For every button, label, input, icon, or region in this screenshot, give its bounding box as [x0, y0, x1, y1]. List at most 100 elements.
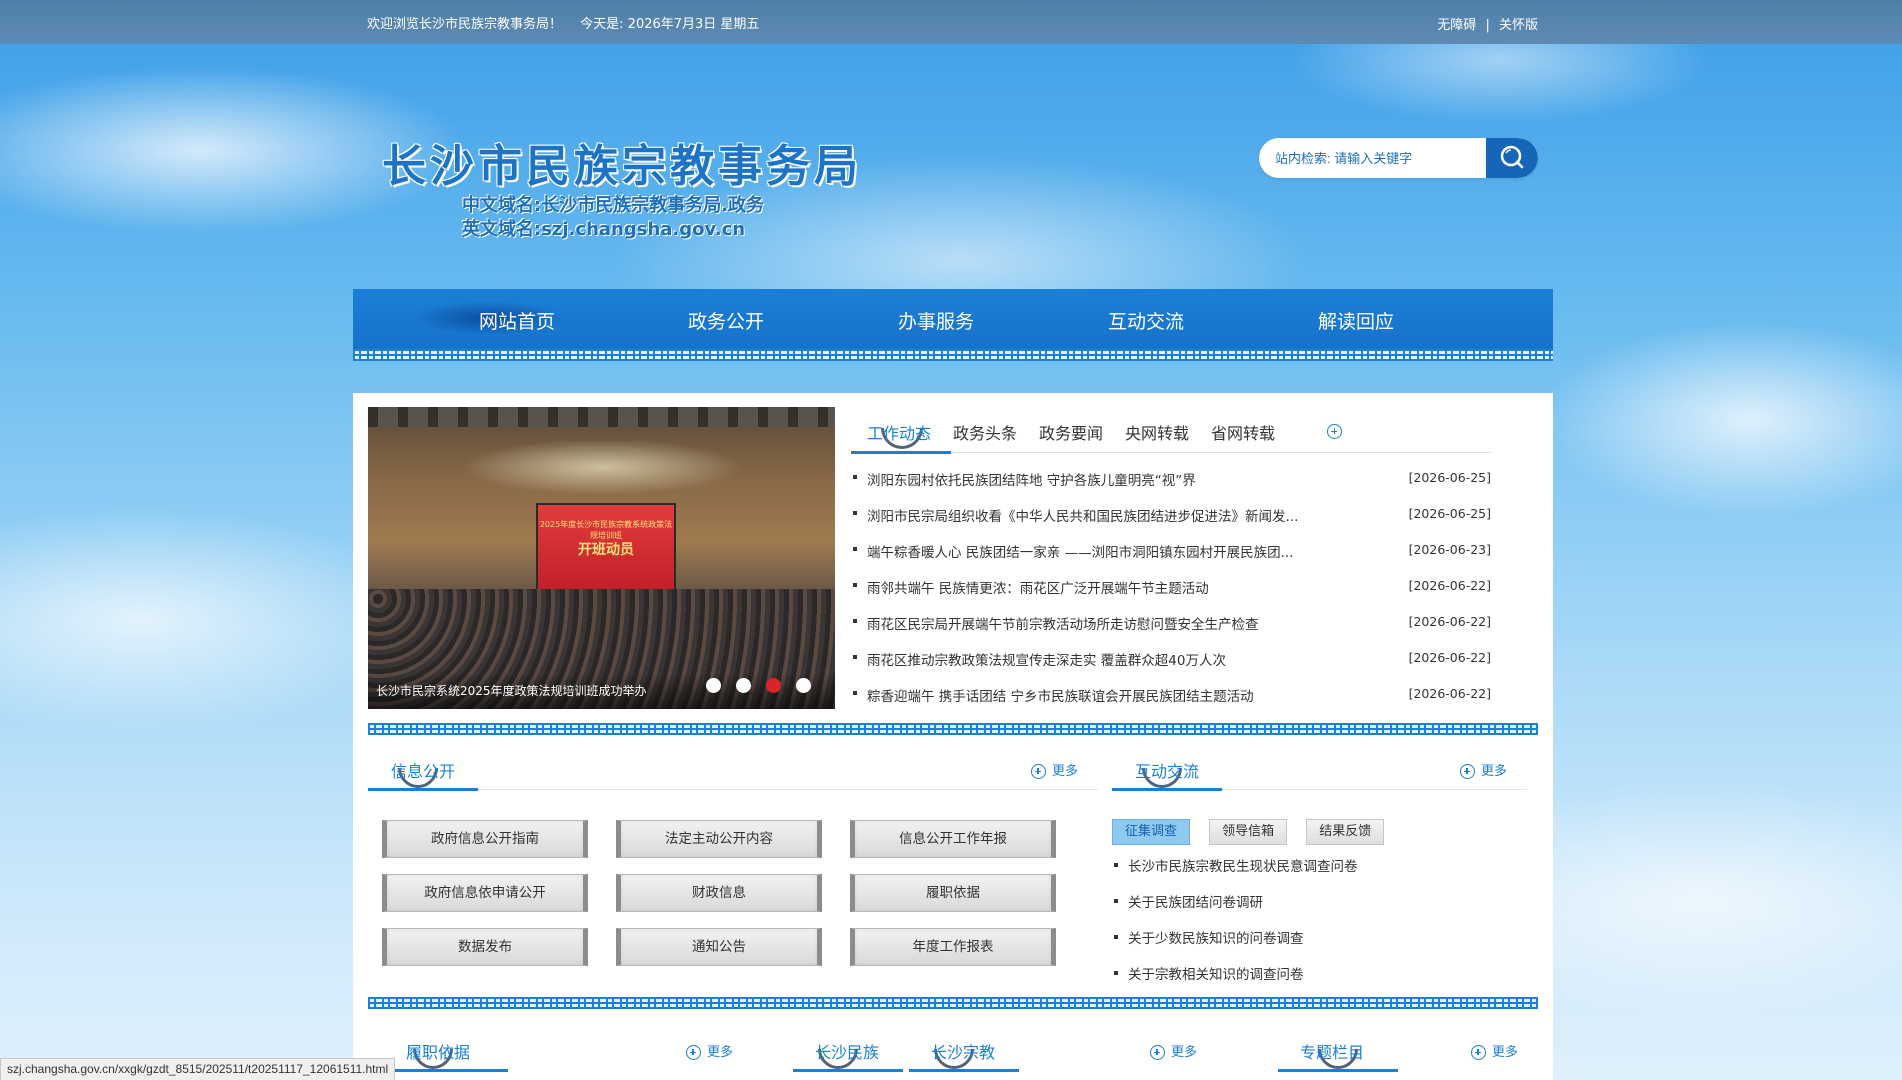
plus-circle-icon	[1327, 424, 1342, 439]
news-item-title[interactable]: 粽香迎端午 携手话团结 宁乡市民族联谊会开展民族团结主题活动	[867, 685, 1254, 705]
news-item[interactable]: 端午粽香暖人心 民族团结一家亲 ——浏阳市洞阳镇东园村开展民族团... [202…	[851, 533, 1491, 569]
cn-domain-label: 中文域名:长沙市民族宗教事务局.政务	[462, 195, 765, 216]
list-item-title[interactable]: 关于宗教相关知识的调查问卷	[1128, 963, 1304, 983]
nav-item-services[interactable]: 办事服务	[898, 307, 974, 334]
news-item[interactable]: 雨花区民宗局开展端午节前宗教活动场所走访慰问暨安全生产检查 [2026-06-2…	[851, 605, 1491, 641]
list-item-title[interactable]: 关于民族团结问卷调研	[1128, 891, 1263, 911]
info-btn-annual-forms[interactable]: 年度工作报表	[850, 928, 1056, 966]
plus-circle-icon	[685, 1045, 701, 1060]
news-item-title[interactable]: 浏阳市民宗局组织收看《中华人民共和国民族团结进步促进法》新闻发...	[867, 505, 1298, 525]
news-item[interactable]: 浏阳东园村依托民族团结阵地 守护各族儿童明亮“视”界 [2026-06-25]	[851, 461, 1491, 497]
nav-item-interpretation[interactable]: 解读回应	[1318, 307, 1394, 334]
active-tab-underline	[851, 451, 951, 454]
info-btn-guide[interactable]: 政府信息公开指南	[382, 820, 588, 858]
news-item-title[interactable]: 雨花区推动宗教政策法规宣传走深走实 覆盖群众超40万人次	[867, 649, 1226, 669]
news-item-date: [2026-06-25]	[1408, 506, 1491, 521]
zongjiao-section-title[interactable]: 长沙宗教	[931, 1039, 995, 1063]
tab-central-repost[interactable]: 央网转载	[1125, 420, 1189, 444]
current-date: 今天是: 2026年7月3日 星期五	[580, 17, 760, 32]
main-nav: 网站首页 政务公开 办事服务 互动交流 解读回应	[353, 289, 1553, 361]
news-item-title[interactable]: 雨花区民宗局开展端午节前宗教活动场所走访慰问暨安全生产检查	[867, 613, 1259, 633]
news-item[interactable]: 浏阳市民宗局组织收看《中华人民共和国民族团结进步促进法》新闻发... [2026…	[851, 497, 1491, 533]
info-btn-proactive[interactable]: 法定主动公开内容	[616, 820, 822, 858]
subtab-survey[interactable]: 征集调查	[1112, 819, 1191, 845]
subtab-feedback[interactable]: 结果反馈	[1306, 819, 1385, 845]
section-header-accent	[793, 1069, 903, 1072]
elder-mode-link[interactable]: 关怀版	[1499, 18, 1538, 33]
slider-dot-2[interactable]	[735, 678, 751, 693]
search-button[interactable]	[1486, 138, 1538, 178]
news-item[interactable]: 雨邻共端午 民族情更浓：雨花区广泛开展端午节主题活动 [2026-06-22]	[851, 569, 1491, 605]
accessibility-link[interactable]: 无障碍	[1437, 18, 1476, 33]
info-btn-annual-report[interactable]: 信息公开工作年报	[850, 820, 1056, 858]
subtab-mailbox[interactable]: 领导信箱	[1209, 819, 1288, 845]
minzu-section-title[interactable]: 长沙民族	[815, 1039, 879, 1063]
plus-circle-icon	[1030, 764, 1046, 779]
info-btn-finance[interactable]: 财政信息	[616, 874, 822, 912]
more-label: 更多	[706, 1045, 733, 1060]
news-item-title[interactable]: 浏阳东园村依托民族团结阵地 守护各族儿童明亮“视”界	[867, 469, 1196, 489]
tab-gov-news[interactable]: 政务要闻	[1039, 420, 1103, 444]
news-item-title[interactable]: 雨邻共端午 民族情更浓：雨花区广泛开展端午节主题活动	[867, 577, 1209, 597]
news-section: 工作动态 政务头条 政务要闻 央网转载 省网转载 浏阳东园村依托民族团结阵地 守…	[851, 398, 1491, 713]
news-list: 浏阳东园村依托民族团结阵地 守护各族儿童明亮“视”界 [2026-06-25] …	[851, 461, 1491, 713]
info-btn-notices[interactable]: 通知公告	[616, 928, 822, 966]
info-btn-data-release[interactable]: 数据发布	[382, 928, 588, 966]
info-btn-duty-basis[interactable]: 履职依据	[850, 874, 1056, 912]
tab-work-updates[interactable]: 工作动态	[867, 420, 931, 444]
info-more-link[interactable]: 更多	[1030, 760, 1078, 779]
nav-item-gov-affairs[interactable]: 政务公开	[688, 307, 764, 334]
special-more-link[interactable]: 更多	[1470, 1041, 1518, 1060]
tab-provincial-repost[interactable]: 省网转载	[1211, 420, 1275, 444]
interact-more-link[interactable]: 更多	[1459, 760, 1507, 779]
duty-section-title[interactable]: 履职依据	[406, 1039, 470, 1063]
more-label: 更多	[1480, 764, 1507, 779]
tab-headlines[interactable]: 政务头条	[953, 420, 1017, 444]
bullet-icon	[1114, 863, 1118, 867]
news-item-date: [2026-06-22]	[1408, 578, 1491, 593]
slider-dot-1[interactable]	[705, 678, 721, 693]
list-item-title[interactable]: 长沙市民族宗教民生现状民意调查问卷	[1128, 855, 1358, 875]
nav-item-interaction[interactable]: 互动交流	[1108, 307, 1184, 334]
tabs-more-button[interactable]	[1327, 421, 1342, 440]
slider-dot-4[interactable]	[796, 678, 811, 693]
slider-dot-3[interactable]	[765, 678, 781, 693]
slider-caption[interactable]: 长沙市民宗系统2025年度政策法规培训班成功举办	[376, 682, 647, 699]
interact-subtabs: 征集调查 领导信箱 结果反馈	[1112, 819, 1398, 845]
info-section-title[interactable]: 信息公开	[391, 758, 455, 782]
section-fret-divider	[368, 723, 1538, 735]
bullet-icon	[1114, 899, 1118, 903]
top-bar: 欢迎浏览长沙市民族宗教事务局！ 今天是: 2026年7月3日 星期五 无障碍 |…	[0, 0, 1902, 44]
bullet-icon	[1114, 935, 1118, 939]
top-links: 无障碍 | 关怀版	[1437, 14, 1538, 33]
welcome-message: 欢迎浏览长沙市民族宗教事务局！	[367, 17, 563, 32]
welcome-text: 欢迎浏览长沙市民族宗教事务局！ 今天是: 2026年7月3日 星期五	[367, 13, 759, 32]
interact-section-title[interactable]: 互动交流	[1135, 758, 1199, 782]
special-section-title[interactable]: 专题栏目	[1300, 1039, 1364, 1063]
special-section-header: 专题栏目 更多	[1278, 1020, 1528, 1078]
section-header-accent	[909, 1069, 1019, 1072]
bullet-icon	[853, 583, 857, 587]
search-icon	[1500, 145, 1524, 169]
site-logo[interactable]: 长沙市民族宗教事务局 中文域名:长沙市民族宗教事务局.政务 英文域名:szj.c…	[382, 130, 862, 242]
news-item[interactable]: 粽香迎端午 携手话团结 宁乡市民族联谊会开展民族团结主题活动 [2026-06-…	[851, 677, 1491, 713]
bullet-icon	[853, 691, 857, 695]
list-item-title[interactable]: 关于少数民族知识的问卷调查	[1128, 927, 1304, 947]
nav-item-home[interactable]: 网站首页	[479, 307, 555, 334]
slider-dots	[696, 678, 811, 697]
nav-fret-border	[353, 349, 1553, 361]
bullet-icon	[853, 619, 857, 623]
site-search	[1259, 138, 1538, 178]
slider-photo-lights	[368, 407, 835, 427]
news-item[interactable]: 雨花区推动宗教政策法规宣传走深走实 覆盖群众超40万人次 [2026-06-22…	[851, 641, 1491, 677]
news-tabs: 工作动态 政务头条 政务要闻 央网转载 省网转载	[851, 398, 1491, 458]
news-item-title[interactable]: 端午粽香暖人心 民族团结一家亲 ——浏阳市洞阳镇东园村开展民族团...	[867, 541, 1293, 561]
info-btn-application[interactable]: 政府信息依申请公开	[382, 874, 588, 912]
zongjiao-more-link[interactable]: 更多	[1149, 1041, 1197, 1060]
duty-more-link[interactable]: 更多	[685, 1041, 733, 1060]
photo-slider[interactable]: 2025年度长沙市民族宗教系统政策法规培训班 开班动员 长沙市民宗系统2025年…	[368, 407, 835, 709]
bullet-icon	[1114, 971, 1118, 975]
search-input[interactable]	[1275, 138, 1475, 178]
screen-banner-text: 2025年度长沙市民族宗教系统政策法规培训班	[539, 520, 673, 540]
more-label: 更多	[1491, 1045, 1518, 1060]
